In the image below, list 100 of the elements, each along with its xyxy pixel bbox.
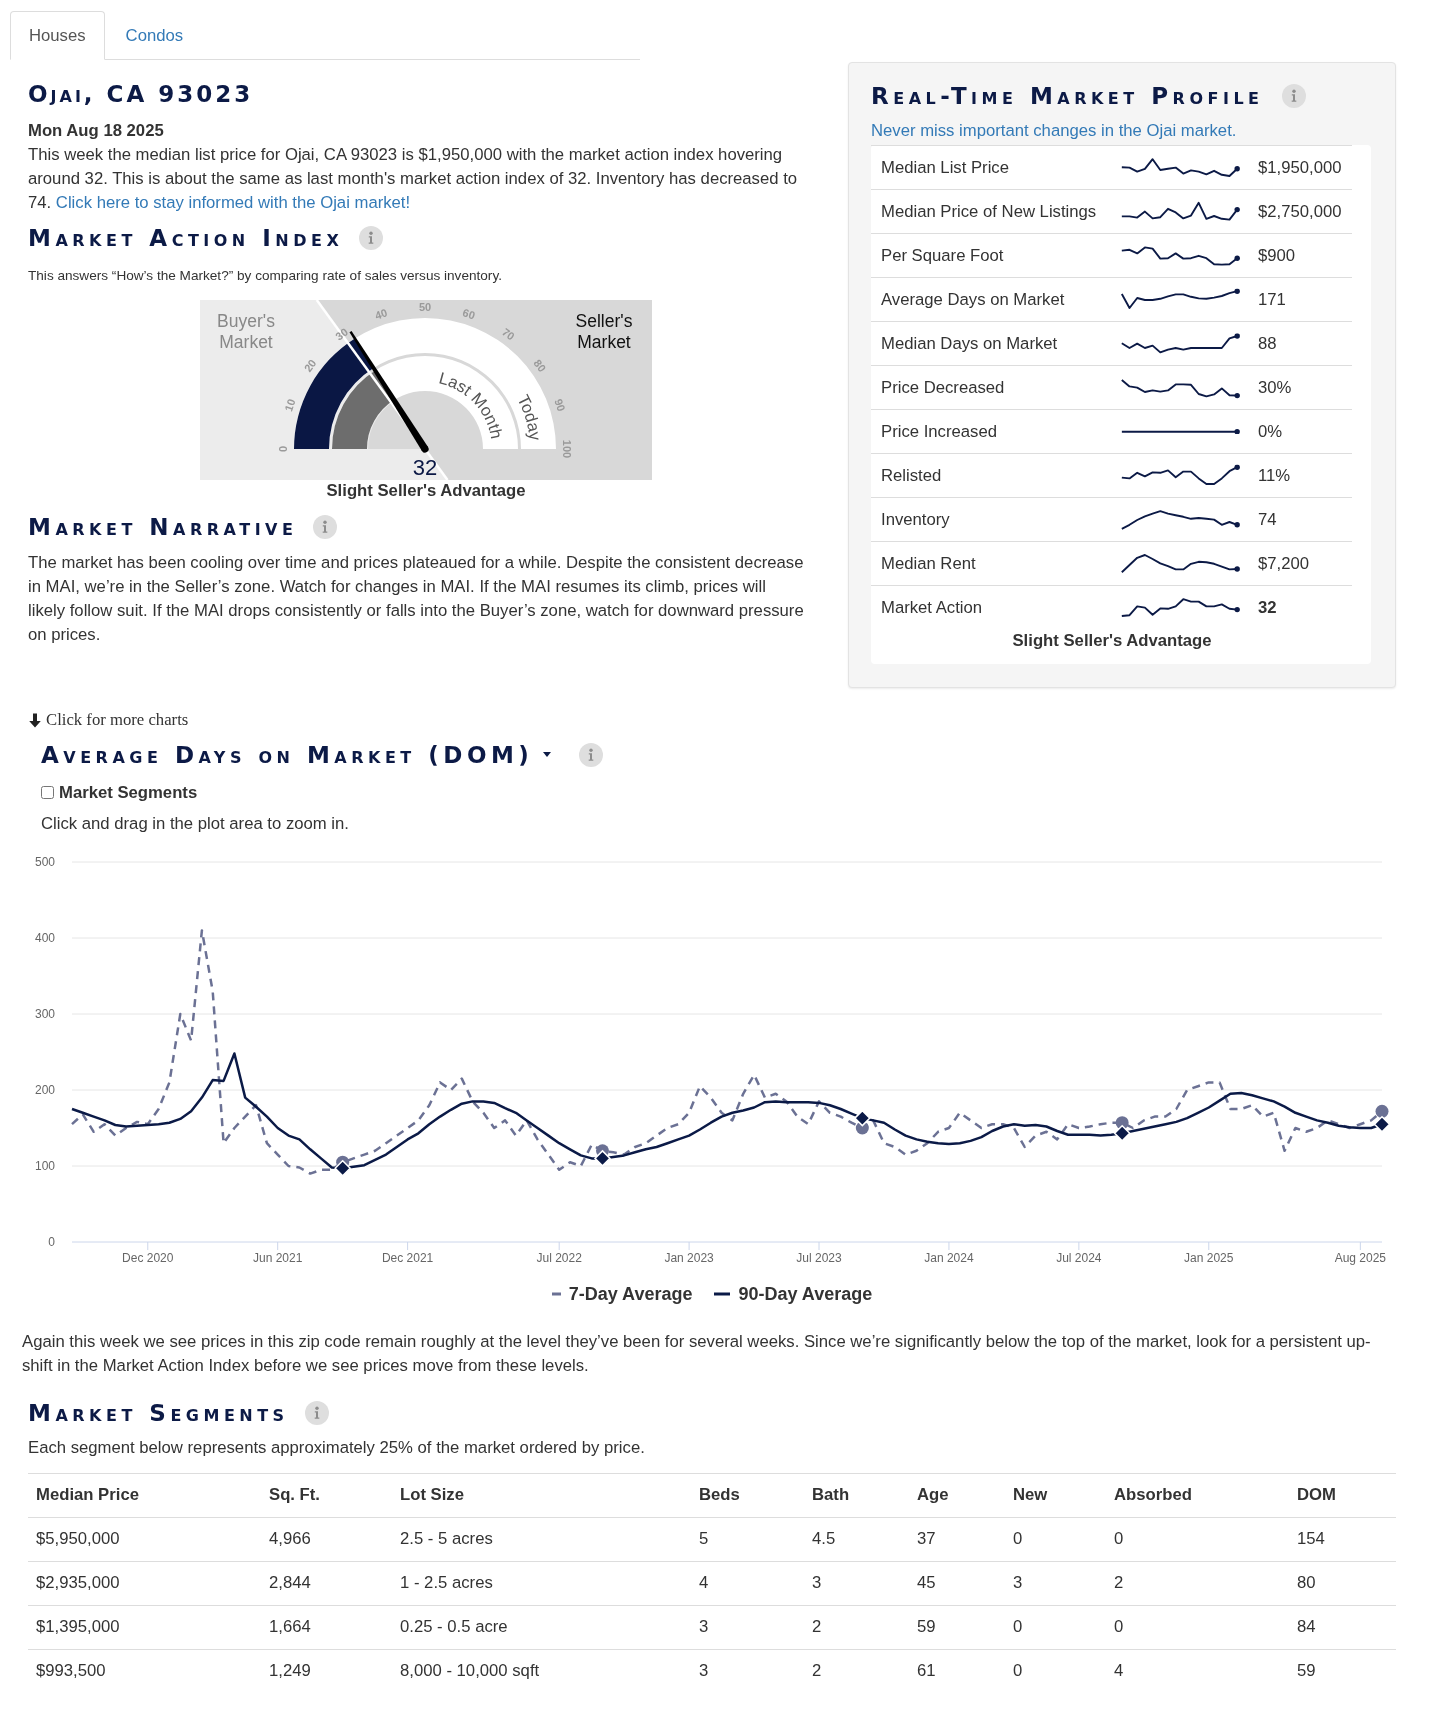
axis-label: Jul 2023 xyxy=(796,1250,842,1265)
info-icon[interactable] xyxy=(1281,84,1306,108)
axis-label: Dec 2021 xyxy=(381,1250,434,1265)
metric-label: Average Days on Market xyxy=(881,289,1066,310)
info-icon[interactable] xyxy=(579,742,604,767)
table-cell: 0 xyxy=(1106,1517,1289,1561)
data-point-marker xyxy=(853,1109,871,1127)
section-title: Market Narrative xyxy=(28,513,298,542)
column-header: Lot Size xyxy=(392,1473,691,1517)
data-point-marker xyxy=(1373,1115,1391,1133)
section-title: Real-Time Market Profile xyxy=(871,82,1264,111)
table-cell: 61 xyxy=(909,1649,1005,1693)
checkbox-label: Market Segments xyxy=(59,782,198,803)
table-cell: 4,966 xyxy=(261,1517,392,1561)
metric-value: 88 xyxy=(1258,333,1278,354)
axis-label: 100 xyxy=(34,1158,55,1173)
metric-label: Median Days on Market xyxy=(881,333,1059,354)
axis-label: Jan 2024 xyxy=(924,1250,974,1265)
zone-label: Buyer's Market xyxy=(216,311,276,353)
metric-label: Median Price of New Listings xyxy=(881,201,1098,222)
metric-label: Median List Price xyxy=(881,157,1010,178)
gauge-scale-label: 0 xyxy=(277,445,289,453)
chart-hint: Click and drag in the plot area to zoom in. xyxy=(41,813,349,834)
table-cell: 3 xyxy=(1005,1561,1106,1605)
tab[interactable]: Houses xyxy=(10,11,105,60)
metric-value: 11% xyxy=(1258,465,1292,486)
axis-label: Aug 2025 xyxy=(1334,1250,1387,1265)
gauge-scale-label: 60 xyxy=(461,306,477,322)
metric-label: Inventory xyxy=(881,509,951,530)
gauge-scale-label: 100 xyxy=(561,439,573,459)
info-icon[interactable] xyxy=(313,515,338,539)
table-cell: 59 xyxy=(1289,1649,1396,1693)
gauge-scale-label: 30 xyxy=(333,325,350,343)
axis-label: 400 xyxy=(34,930,55,945)
section-title: Market Segments xyxy=(28,1398,289,1428)
info-icon[interactable] xyxy=(304,1400,329,1425)
table-cell: $993,500 xyxy=(28,1649,261,1693)
table-cell: 3 xyxy=(691,1605,804,1649)
data-point-marker xyxy=(1115,1115,1129,1129)
table-cell: 2 xyxy=(804,1605,909,1649)
table-cell: $1,395,000 xyxy=(28,1605,261,1649)
metric-value: 0% xyxy=(1258,421,1284,442)
gauge-scale-label: 40 xyxy=(373,306,389,322)
section-title: Market Action Index xyxy=(28,224,344,253)
gauge-scale-label: 80 xyxy=(531,357,549,374)
tab[interactable]: Condos xyxy=(106,11,203,60)
metric-value: 30% xyxy=(1258,377,1293,398)
axis-label: Jan 2025 xyxy=(1184,1250,1234,1265)
metric-label: Per Square Foot xyxy=(881,245,1005,266)
legend-item[interactable]: 90-Day Average xyxy=(714,1281,873,1306)
table-cell: 59 xyxy=(909,1605,1005,1649)
metric-value: $900 xyxy=(1258,245,1297,266)
subscribe-link[interactable]: Click here to stay informed with the Ojai market! xyxy=(55,193,411,212)
gauge-scale-label: 50 xyxy=(418,301,432,313)
metric-label: Relisted xyxy=(881,465,943,486)
metric-value: $1,950,000 xyxy=(1258,157,1343,178)
axis-label: 0 xyxy=(48,1234,55,1249)
table-cell: 80 xyxy=(1289,1561,1396,1605)
table-cell: 45 xyxy=(909,1561,1005,1605)
metric-value: 74 xyxy=(1258,509,1278,530)
table-cell: 0 xyxy=(1005,1605,1106,1649)
info-icon[interactable] xyxy=(359,226,384,250)
table-cell: 2,844 xyxy=(261,1561,392,1605)
table-cell: 0 xyxy=(1005,1649,1106,1693)
gauge-scale-label: 90 xyxy=(552,397,568,413)
axis-label: Jul 2024 xyxy=(1056,1250,1102,1265)
market-segments-checkbox[interactable] xyxy=(41,786,54,799)
metric-label: Median Rent xyxy=(881,553,977,574)
data-point-marker xyxy=(334,1159,352,1177)
table-cell: 1 - 2.5 acres xyxy=(392,1561,691,1605)
chart-title-dropdown[interactable]: Average Days on Market (DOM) xyxy=(41,739,552,770)
metric-label: Price Increased xyxy=(881,421,998,442)
arrow-down-icon xyxy=(28,712,42,728)
table-cell: 37 xyxy=(909,1517,1005,1561)
more-charts-link[interactable]: Click for more charts xyxy=(28,710,189,730)
gauge-scale-label: 20 xyxy=(301,357,319,374)
section-subtitle: This answers “How’s the Market?” by comparing rate of sales versus inventory. xyxy=(28,267,503,285)
summary-text: This week the median list price for Ojai, CA 93023 is $1,950,000 with the market action index hovering around 32. This is about the same as last month's market action index of 32. Inventory has decreased to 74. Click here to stay informed with the Ojai market! xyxy=(28,144,799,214)
data-point-marker xyxy=(1375,1104,1389,1118)
narrative-text: The market has been cooling over time and prices plateaued for a while. Despite the consistent decrease in MAI, we’re in the Seller’s zone. Watch for changes in MAI. If the MAI resumes its climb, prices will likely follow suit. If the MAI drops consistently or falls into the Buyer’s zone, watch for downward pressure on prices. xyxy=(28,552,805,646)
alert-link[interactable]: Never miss important changes in the Ojai market. xyxy=(871,121,1237,141)
metric-value: $2,750,000 xyxy=(1258,201,1343,222)
column-header: Sq. Ft. xyxy=(261,1473,392,1517)
legend-line-icon xyxy=(714,1291,731,1296)
axis-label: Jan 2023 xyxy=(664,1250,714,1265)
gauge-scale-label: 70 xyxy=(500,325,517,343)
profile-caption: Slight Seller's Advantage xyxy=(1011,631,1213,651)
table-cell: 84 xyxy=(1289,1605,1396,1649)
table-cell: 3 xyxy=(804,1561,909,1605)
axis-label: Dec 2020 xyxy=(122,1250,174,1265)
column-header: Age xyxy=(909,1473,1005,1517)
commentary-text: Again this week we see prices in this zip code remain roughly at the level they’ve been for several weeks. Since we’re significantly below the top of the market, look for a persistent up-shift in the Market Action Index before we see prices move from these levels. xyxy=(22,1330,1372,1377)
table-cell: 1,249 xyxy=(261,1649,392,1693)
table-cell: 8,000 - 10,000 sqft xyxy=(392,1649,691,1693)
legend-item[interactable]: 7-Day Average xyxy=(551,1281,693,1306)
date-label: Mon Aug 18 2025 xyxy=(28,120,165,142)
gauge-caption: Slight Seller's Advantage xyxy=(325,481,527,501)
table-cell: 5 xyxy=(691,1517,804,1561)
table-cell: 1,664 xyxy=(261,1605,392,1649)
column-header: Bath xyxy=(804,1473,909,1517)
